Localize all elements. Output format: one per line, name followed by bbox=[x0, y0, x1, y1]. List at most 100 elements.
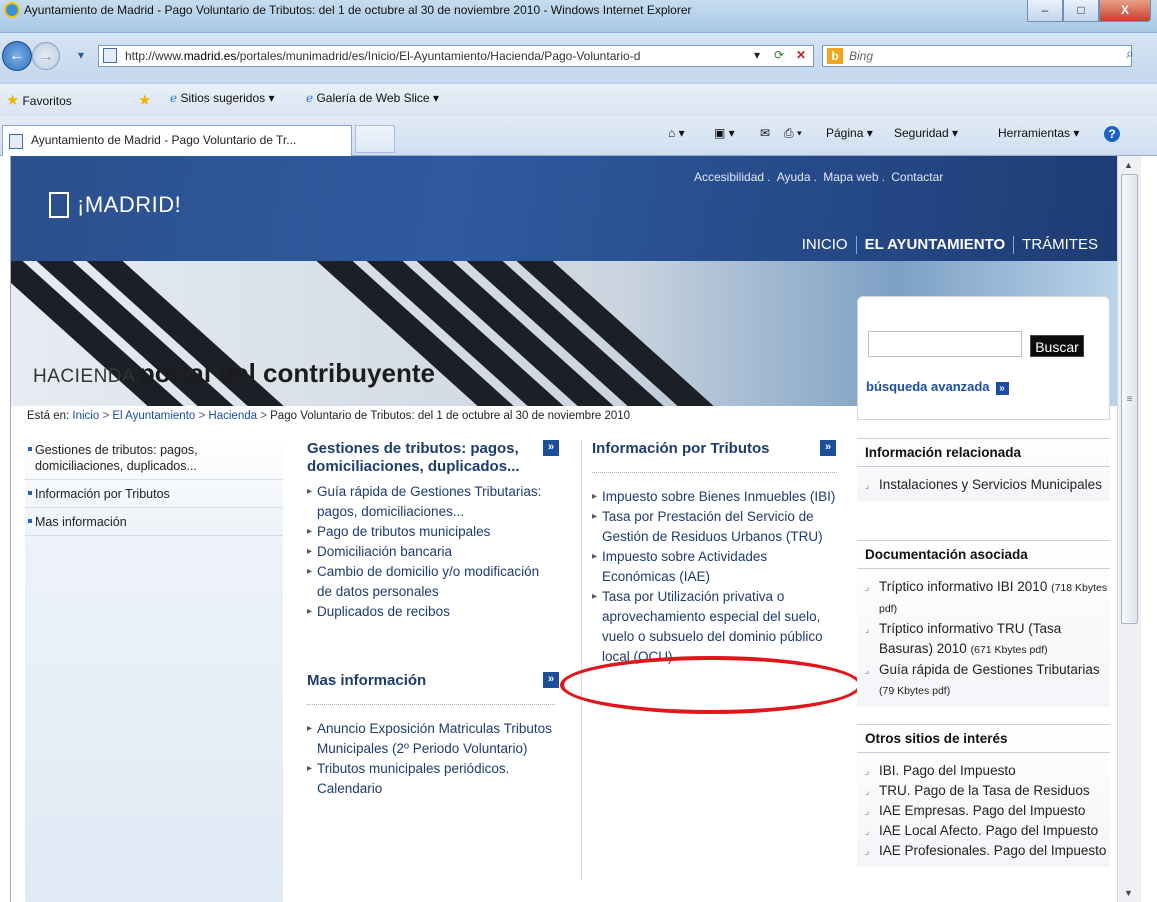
add-favorite-icon[interactable]: ★ bbox=[138, 91, 154, 109]
otros-title: Otros sitios de interés bbox=[857, 725, 1110, 753]
doc-title: Guía rápida de Gestiones Tributarias bbox=[879, 662, 1100, 677]
scroll-thumb[interactable]: ≡ bbox=[1121, 174, 1138, 624]
breadcrumb-current: Pago Voluntario de Tributos: del 1 de oc… bbox=[270, 410, 631, 422]
highlight-ellipse bbox=[560, 656, 862, 714]
search-button[interactable]: Buscar bbox=[1030, 335, 1084, 357]
advanced-search-link[interactable]: búsqueda avanzada » bbox=[866, 379, 1009, 395]
gestiones-link-cambio[interactable]: Cambio de domicilio y/o modificación de … bbox=[307, 562, 555, 602]
print-icon[interactable]: ⎙ ▾ bbox=[784, 126, 802, 141]
related-title: Información relacionada bbox=[857, 439, 1110, 467]
address-dropdown-icon[interactable]: ▾ bbox=[746, 45, 768, 67]
tributos-link-tru[interactable]: Tasa por Prestación del Servicio de Gest… bbox=[592, 507, 837, 547]
breadcrumb-hacienda[interactable]: Hacienda bbox=[208, 410, 257, 422]
search-input[interactable]: b Bing bbox=[822, 45, 1132, 67]
otros-link-ibi[interactable]: IBI. Pago del Impuesto bbox=[857, 761, 1110, 781]
page-menu[interactable]: Página ▾ bbox=[826, 126, 873, 140]
documentation-box: Documentación asociada Tríptico informat… bbox=[857, 540, 1110, 707]
breadcrumb-ayuntamiento[interactable]: El Ayuntamiento bbox=[112, 410, 195, 422]
masinfo-link-anuncio[interactable]: Anuncio Exposición Matriculas Tributos M… bbox=[307, 719, 555, 759]
minimize-button[interactable]: – bbox=[1027, 0, 1063, 22]
tab-title: Ayuntamiento de Madrid - Pago Voluntario… bbox=[31, 133, 297, 147]
doc-link-ibi[interactable]: Tríptico informativo IBI 2010 (718 Kbyte… bbox=[857, 577, 1110, 619]
tributos-title[interactable]: Información por Tributos bbox=[592, 440, 837, 458]
leftnav-item-masinfo[interactable]: Mas información bbox=[25, 508, 283, 536]
page-content: ¡MADRID! Accesibilidad. Ayuda. Mapa web.… bbox=[10, 156, 1117, 902]
gestiones-link-domiciliacion[interactable]: Domiciliación bancaria bbox=[307, 542, 555, 562]
search-panel: Buscar búsqueda avanzada » bbox=[857, 296, 1110, 420]
page-icon bbox=[103, 48, 117, 63]
new-tab-button[interactable] bbox=[355, 125, 395, 153]
address-input[interactable]: http://www.madrid.es/portales/munimadrid… bbox=[98, 45, 814, 67]
breadcrumb-inicio[interactable]: Inicio bbox=[72, 410, 99, 422]
address-toolbar: ← → ▾ http://www.madrid.es/portales/muni… bbox=[0, 33, 1157, 83]
ie-gallery-icon: ℯ bbox=[306, 91, 317, 105]
gestiones-title[interactable]: Gestiones de tributos: pagos, domiciliac… bbox=[307, 440, 529, 476]
otros-link-iae-empresas[interactable]: IAE Empresas. Pago del Impuesto bbox=[857, 801, 1110, 821]
search-placeholder: Bing bbox=[849, 49, 874, 63]
arrow-right-icon: » bbox=[995, 382, 1009, 395]
web-slice-gallery[interactable]: ℯ Galería de Web Slice ▾ bbox=[306, 91, 439, 105]
breadcrumb-sep: > bbox=[198, 410, 206, 422]
expand-icon[interactable]: » bbox=[543, 440, 559, 456]
tributos-link-iae[interactable]: Impuesto sobre Actividades Económicas (I… bbox=[592, 547, 837, 587]
gestiones-link-pago[interactable]: Pago de tributos municipales bbox=[307, 522, 555, 542]
tab-active[interactable]: Ayuntamiento de Madrid - Pago Voluntario… bbox=[2, 125, 352, 156]
doc-size: (671 Kbytes pdf) bbox=[970, 644, 1048, 656]
otros-link-iae-profesionales[interactable]: IAE Profesionales. Pago del Impuesto bbox=[857, 841, 1110, 861]
favorites-button[interactable]: ★ Favoritos bbox=[6, 91, 72, 109]
tributos-link-ocu[interactable]: Tasa por Utilización privativa o aprovec… bbox=[592, 587, 837, 667]
mail-icon[interactable]: ✉ bbox=[760, 126, 770, 140]
otros-link-tru[interactable]: TRU. Pago de la Tasa de Residuos bbox=[857, 781, 1110, 801]
feeds-icon[interactable]: ▣ ▾ bbox=[714, 126, 735, 140]
section-name: HACIENDA bbox=[33, 366, 136, 387]
history-dropdown-icon[interactable]: ▾ bbox=[70, 45, 92, 67]
nav-ayuntamiento[interactable]: EL AYUNTAMIENTO bbox=[859, 236, 1012, 253]
tab-bar: Ayuntamiento de Madrid - Pago Voluntario… bbox=[0, 116, 1157, 156]
title-bar: Ayuntamiento de Madrid - Pago Voluntario… bbox=[0, 0, 1157, 33]
search-magnifier-icon[interactable]: ⌕ bbox=[1126, 45, 1134, 62]
tributos-link-ibi[interactable]: Impuesto sobre Bienes Inmuebles (IBI) bbox=[592, 487, 837, 507]
maximize-button[interactable]: □ bbox=[1063, 0, 1099, 22]
masinfo-link-calendario[interactable]: Tributos municipales periódicos. Calenda… bbox=[307, 759, 555, 799]
expand-icon[interactable]: » bbox=[820, 440, 836, 456]
leftnav-item-gestiones[interactable]: Gestiones de tributos: pagos, domiciliac… bbox=[25, 436, 283, 480]
close-button[interactable]: X bbox=[1099, 0, 1151, 22]
safety-menu[interactable]: Seguridad ▾ bbox=[894, 126, 958, 140]
help-link[interactable]: Ayuda bbox=[777, 170, 811, 184]
related-link-instalaciones[interactable]: Instalaciones y Servicios Municipales bbox=[857, 475, 1110, 495]
expand-icon[interactable]: » bbox=[543, 672, 559, 688]
nav-inicio[interactable]: INICIO bbox=[796, 236, 854, 253]
gestiones-link-guia[interactable]: Guía rápida de Gestiones Tributarias: pa… bbox=[307, 482, 555, 522]
back-arrow-icon: ← bbox=[9, 47, 25, 64]
site-search-input[interactable] bbox=[868, 331, 1022, 357]
window-controls: – □ X bbox=[1027, 0, 1151, 22]
nav-tramites[interactable]: TRÁMITES bbox=[1016, 236, 1104, 253]
madrid-logo[interactable]: ¡MADRID! bbox=[49, 192, 181, 218]
otros-link-iae-local[interactable]: IAE Local Afecto. Pago del Impuesto bbox=[857, 821, 1110, 841]
scroll-down-icon[interactable]: ▼ bbox=[1124, 888, 1133, 898]
related-info-box: Información relacionada Instalaciones y … bbox=[857, 438, 1110, 501]
url-domain: madrid.es bbox=[183, 49, 237, 63]
vertical-scrollbar[interactable]: ▲ ≡ ▼ bbox=[1117, 156, 1141, 902]
stop-icon[interactable]: ✕ bbox=[790, 45, 812, 67]
gestiones-link-duplicados[interactable]: Duplicados de recibos bbox=[307, 602, 555, 622]
tools-menu[interactable]: Herramientas ▾ bbox=[998, 126, 1079, 140]
masinfo-title[interactable]: Mas información bbox=[307, 672, 555, 690]
bing-icon: b bbox=[827, 48, 843, 64]
tab-page-icon bbox=[9, 134, 23, 149]
accessibility-link[interactable]: Accesibilidad bbox=[694, 170, 764, 184]
scroll-up-icon[interactable]: ▲ bbox=[1124, 160, 1133, 170]
doc-link-guia[interactable]: Guía rápida de Gestiones Tributarias (79… bbox=[857, 660, 1110, 701]
leftnav-item-informacion[interactable]: Información por Tributos bbox=[25, 480, 283, 508]
contact-link[interactable]: Contactar bbox=[891, 170, 943, 184]
suggested-sites[interactable]: ℯ Sitios sugeridos ▾ bbox=[170, 91, 275, 105]
forward-button[interactable]: → bbox=[32, 42, 60, 70]
sitemap-link[interactable]: Mapa web bbox=[823, 170, 878, 184]
url-path: /portales/munimadrid/es/Inicio/El-Ayunta… bbox=[236, 49, 641, 63]
star-icon: ★ bbox=[6, 92, 20, 109]
doc-link-tru[interactable]: Tríptico informativo TRU (Tasa Basuras) … bbox=[857, 619, 1110, 660]
back-button[interactable]: ← bbox=[2, 41, 32, 71]
home-icon[interactable]: ⌂ ▾ bbox=[668, 126, 685, 140]
refresh-icon[interactable]: ⟳ bbox=[768, 45, 790, 67]
help-icon[interactable]: ? bbox=[1104, 126, 1120, 142]
